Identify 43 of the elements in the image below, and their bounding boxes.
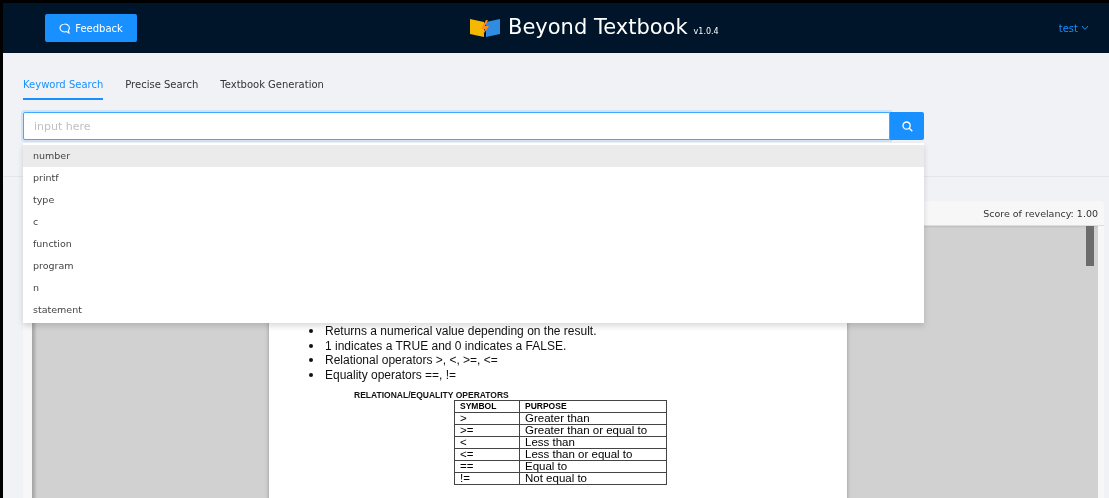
scrollbar-thumb[interactable] [1086, 226, 1094, 266]
bullet-text: Relational operators >, <, >=, <= [325, 353, 498, 368]
suggestion-item[interactable]: c [23, 211, 924, 233]
table-cell: != [454, 472, 520, 485]
bullet-icon [309, 372, 313, 377]
search-icon [901, 120, 913, 132]
suggestion-item[interactable]: type [23, 189, 924, 211]
column-header: PURPOSE [519, 400, 667, 413]
tab[interactable]: Precise Search [125, 77, 199, 100]
table-cell: Greater than or equal to [519, 424, 667, 437]
table-cell: <= [454, 448, 520, 461]
table-cell: < [454, 436, 520, 449]
table-cell: == [454, 460, 520, 473]
suggestion-item[interactable]: program [23, 255, 924, 277]
table-cell: Greater than [519, 412, 667, 425]
bullet-icon [309, 343, 313, 348]
suggestion-item[interactable]: function [23, 233, 924, 255]
suggestion-item[interactable]: n [23, 277, 924, 299]
table-cell: >= [454, 424, 520, 437]
column-header: SYMBOL [454, 400, 520, 413]
table-cell: Less than or equal to [519, 448, 667, 461]
relevancy-score: Score of revelancy: 1.00 [983, 207, 1098, 219]
suggestion-item[interactable]: statement [23, 299, 924, 321]
chevron-down-icon [1081, 25, 1089, 31]
table-cell: Less than [519, 436, 667, 449]
tab[interactable]: Textbook Generation [220, 77, 324, 100]
table-title: RELATIONAL/EQUALITY OPERATORS [354, 390, 510, 400]
table-cell: Not equal to [519, 472, 667, 485]
bullet-icon [309, 329, 313, 334]
bullet-text: 1 indicates a TRUE and 0 indicates a FALSE. [325, 338, 567, 353]
bullet-icon [309, 358, 313, 363]
bullet-text: Returns a numerical value depending on the result. [325, 324, 597, 339]
search-field[interactable]: input here [23, 112, 890, 140]
search-button[interactable] [890, 112, 924, 140]
chat-icon [59, 22, 71, 34]
suggestion-item[interactable]: number [23, 145, 924, 167]
app-title: Beyond Textbook [508, 15, 688, 39]
table-cell: > [454, 412, 520, 425]
bullet-text: Equality operators ==, != [325, 367, 457, 382]
suggestion-item[interactable]: printf [23, 167, 924, 189]
table-cell: Equal to [519, 460, 667, 473]
user-menu[interactable]: test [1058, 22, 1089, 34]
version-label: v1.0.4 [693, 26, 719, 36]
